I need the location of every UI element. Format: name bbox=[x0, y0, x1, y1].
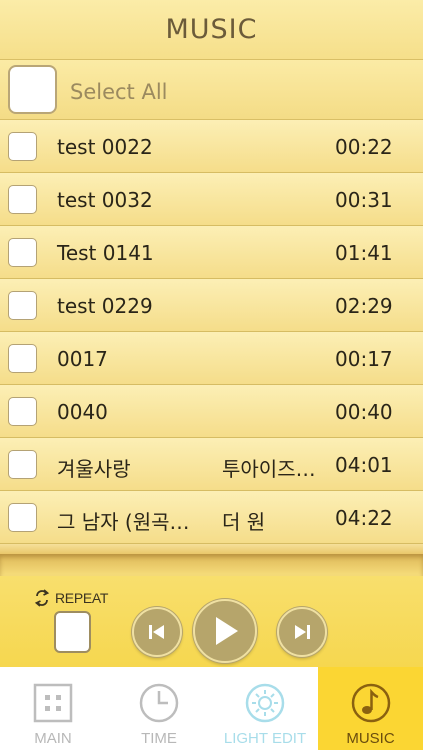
track-checkbox[interactable] bbox=[8, 344, 37, 373]
track-duration: 01:41 bbox=[335, 241, 393, 265]
track-row[interactable]: 그 남자 (원곡… 더 원 04:22 bbox=[0, 491, 423, 544]
track-name: Test 0141 bbox=[57, 241, 154, 265]
tab-main-label: MAIN bbox=[34, 730, 72, 747]
track-row[interactable]: 겨울사랑 투아이즈… 04:01 bbox=[0, 438, 423, 491]
track-duration: 00:40 bbox=[335, 400, 393, 424]
player-divider bbox=[0, 554, 423, 576]
track-duration: 02:29 bbox=[335, 294, 393, 318]
tab-light-edit[interactable]: LIGHT EDIT bbox=[212, 667, 318, 750]
track-list: test 0022 00:22 test 0032 00:31 Test 014… bbox=[0, 120, 423, 544]
track-name: test 0229 bbox=[57, 294, 153, 318]
track-name: test 0032 bbox=[57, 188, 153, 212]
tab-main[interactable]: MAIN bbox=[0, 667, 106, 750]
list-end-strip bbox=[0, 544, 423, 554]
track-checkbox[interactable] bbox=[8, 503, 37, 532]
track-duration: 04:22 bbox=[335, 506, 393, 530]
tab-time-label: TIME bbox=[141, 730, 177, 747]
track-name: 겨울사랑 bbox=[57, 457, 131, 481]
track-duration: 00:22 bbox=[335, 135, 393, 159]
track-row[interactable]: test 0032 00:31 bbox=[0, 173, 423, 226]
select-all-label: Select All bbox=[70, 80, 168, 104]
track-duration: 00:31 bbox=[335, 188, 393, 212]
repeat-icon bbox=[34, 589, 50, 607]
grid-icon bbox=[33, 683, 73, 723]
select-all-row[interactable]: Select All bbox=[0, 60, 423, 120]
track-row[interactable]: test 0229 02:29 bbox=[0, 279, 423, 332]
track-artist: 투아이즈… bbox=[222, 457, 316, 481]
clock-icon bbox=[139, 683, 179, 723]
next-button[interactable] bbox=[277, 607, 327, 657]
play-icon bbox=[216, 617, 238, 645]
track-duration: 00:17 bbox=[335, 347, 393, 371]
track-checkbox[interactable] bbox=[8, 450, 37, 479]
play-button[interactable] bbox=[193, 599, 257, 663]
page-title: MUSIC bbox=[165, 14, 258, 45]
track-row[interactable]: test 0022 00:22 bbox=[0, 120, 423, 173]
tab-music-label: MUSIC bbox=[346, 730, 395, 747]
tab-music[interactable]: MUSIC bbox=[318, 667, 423, 750]
sun-icon bbox=[245, 683, 285, 723]
track-name: 0040 bbox=[57, 400, 108, 424]
track-name: 0017 bbox=[57, 347, 108, 371]
track-checkbox[interactable] bbox=[8, 397, 37, 426]
track-checkbox[interactable] bbox=[8, 291, 37, 320]
tab-time[interactable]: TIME bbox=[106, 667, 212, 750]
track-checkbox[interactable] bbox=[8, 238, 37, 267]
repeat-label: REPEAT bbox=[55, 590, 109, 606]
select-all-checkbox[interactable] bbox=[8, 65, 57, 114]
track-row[interactable]: 0017 00:17 bbox=[0, 332, 423, 385]
track-name: 그 남자 (원곡… bbox=[57, 510, 190, 534]
track-artist: 더 원 bbox=[222, 510, 266, 534]
player-controls: REPEAT bbox=[0, 576, 423, 667]
tab-bar: MAIN TIME LIGHT EDIT MUSIC bbox=[0, 667, 423, 750]
skip-previous-icon bbox=[149, 625, 164, 639]
repeat-checkbox[interactable] bbox=[54, 611, 91, 653]
track-duration: 04:01 bbox=[335, 453, 393, 477]
header-bar: MUSIC bbox=[0, 0, 423, 60]
skip-next-icon bbox=[295, 625, 310, 639]
track-checkbox[interactable] bbox=[8, 132, 37, 161]
tab-light-edit-label: LIGHT EDIT bbox=[223, 730, 307, 747]
music-note-icon bbox=[351, 683, 391, 723]
track-checkbox[interactable] bbox=[8, 185, 37, 214]
track-row[interactable]: Test 0141 01:41 bbox=[0, 226, 423, 279]
previous-button[interactable] bbox=[132, 607, 182, 657]
track-row[interactable]: 0040 00:40 bbox=[0, 385, 423, 438]
track-name: test 0022 bbox=[57, 135, 153, 159]
